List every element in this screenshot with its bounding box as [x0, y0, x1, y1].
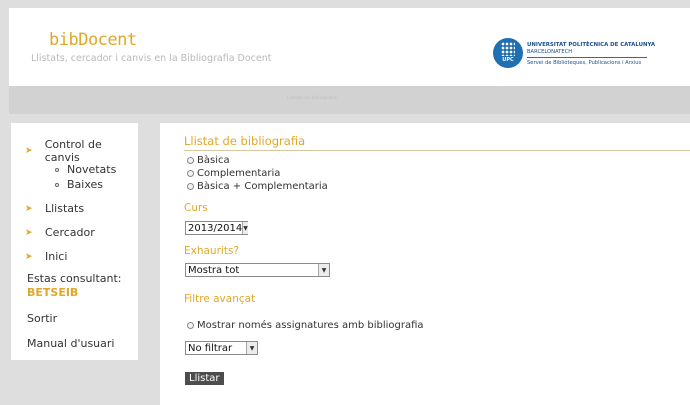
logo-divider [527, 57, 647, 58]
consultant-value: BETSEIB [27, 286, 79, 299]
chevron-down-icon[interactable]: ▼ [318, 264, 329, 276]
bullet-icon [55, 167, 59, 172]
radio-label: Mostrar només assignatures amb bibliogra… [197, 320, 424, 331]
chevron-down-icon[interactable]: ▼ [246, 342, 257, 354]
sidebar-item-label: Inici [45, 250, 68, 263]
radio-icon[interactable] [187, 183, 194, 190]
radio-basica[interactable]: Bàsica [187, 155, 230, 166]
main-panel: Llistat de bibliografia Bàsica Complemen… [160, 123, 690, 405]
radio-complementaria[interactable]: Complementaria [187, 168, 280, 179]
arrow-right-icon: ➤ [25, 203, 33, 214]
app-subtitle: Llistats, cercador i canvis en la Biblio… [31, 53, 272, 64]
user-manual-link[interactable]: Manual d'usuari [27, 337, 114, 350]
breadcrumb-strip: Llistats de bibliografia [9, 86, 690, 114]
logout-link[interactable]: Sortir [27, 312, 57, 325]
logo-barcelonatech: BARCELONATECH [527, 49, 573, 55]
filtrar-select[interactable]: No filtrar ▼ [185, 341, 258, 355]
curs-label: Curs [184, 202, 208, 214]
filtre-avancat-label: Filtre avançat [184, 293, 256, 305]
sidebar-item-control-canvis[interactable]: ➤ Control de canvis [11, 138, 138, 164]
exhaurits-label: Exhaurits? [184, 245, 239, 257]
sidebar-item-cercador[interactable]: ➤ Cercador [11, 226, 95, 239]
arrow-right-icon: ➤ [25, 251, 33, 262]
breadcrumb: Llistats de bibliografia [287, 96, 337, 101]
radio-label: Complementaria [197, 168, 281, 179]
sidebar-item-label: Control de canvis [44, 138, 102, 164]
filtrar-select-value: No filtrar [188, 342, 233, 354]
upc-logo-mark-text: UPC [502, 57, 514, 63]
chevron-down-icon[interactable]: ▼ [242, 222, 248, 234]
exhaurits-select-value: Mostra tot [188, 264, 240, 276]
sidebar-item-baixes[interactable]: Baixes [55, 178, 103, 191]
sidebar-item-llistats[interactable]: ➤ Llistats [11, 202, 84, 215]
sidebar: ➤ Control de canvis Novetats Baixes ➤ Ll… [11, 123, 138, 360]
llistar-button[interactable]: Llistar [185, 372, 224, 385]
header: bibDocent Llistats, cercador i canvis en… [9, 8, 690, 86]
sidebar-item-inici[interactable]: ➤ Inici [11, 250, 67, 263]
arrow-right-icon: ➤ [25, 227, 33, 238]
curs-select-value: 2013/2014 [188, 222, 243, 234]
curs-select[interactable]: 2013/2014 ▼ [185, 221, 248, 235]
upc-logo[interactable]: UPC UNIVERSITAT POLITÈCNICA DE CATALUNYA… [493, 38, 683, 72]
sidebar-item-novetats[interactable]: Novetats [55, 163, 116, 176]
radio-label: Bàsica + Complementaria [197, 181, 328, 192]
title-divider [184, 150, 690, 151]
radio-icon[interactable] [187, 322, 194, 329]
sidebar-item-label: Novetats [67, 163, 117, 176]
exhaurits-select[interactable]: Mostra tot ▼ [185, 263, 330, 277]
radio-icon[interactable] [187, 157, 194, 164]
arrow-right-icon: ➤ [25, 146, 33, 156]
radio-label: Bàsica [197, 155, 230, 166]
sidebar-item-label: Llistats [45, 202, 85, 215]
radio-mostrar-nomes[interactable]: Mostrar només assignatures amb bibliogra… [187, 320, 424, 331]
app-title[interactable]: bibDocent [49, 30, 137, 50]
consultant-label: Estas consultant: [27, 272, 122, 285]
bullet-icon [55, 182, 59, 187]
sidebar-item-label: Baixes [67, 178, 104, 191]
logo-service-name: Servei de Biblioteques, Publicacions i A… [527, 60, 642, 66]
page-title: Llistat de bibliografia [184, 134, 306, 148]
upc-logo-icon: UPC [493, 38, 523, 68]
logo-university-name: UNIVERSITAT POLITÈCNICA DE CATALUNYA [527, 42, 656, 48]
sidebar-item-label: Cercador [45, 226, 95, 239]
radio-icon[interactable] [187, 170, 194, 177]
radio-basica-complementaria[interactable]: Bàsica + Complementaria [187, 181, 328, 192]
